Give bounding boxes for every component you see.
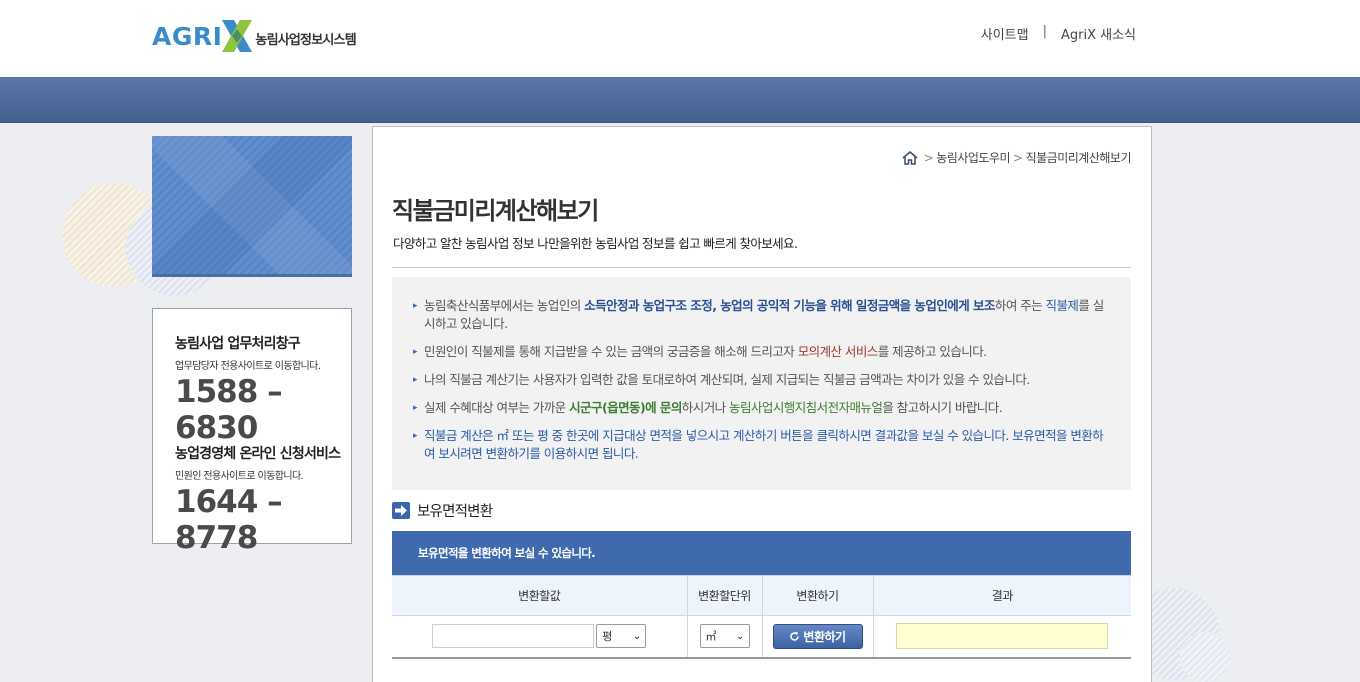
info-box: 농림축산식품부에서는 농업인의 소득안정과 농업구조 조정, 농업의 공익적 기…: [392, 277, 1131, 490]
sitemap-link[interactable]: 사이트맵: [981, 24, 1029, 43]
value-input[interactable]: [432, 624, 595, 649]
agrix-logo[interactable]: AGRI 농림사업정보시스템: [152, 17, 357, 55]
col-header-value: 변환할값: [392, 575, 688, 616]
unit-cell: ㎡ ⌄: [687, 615, 763, 659]
logo-x-mark: [220, 18, 254, 54]
info-item: 민원인이 직불제를 통해 지급받을 수 있는 금액의 궁금증을 해소해 드리고자…: [413, 343, 1107, 361]
source-unit-value: 평: [602, 630, 613, 644]
chevron-down-icon: ⌄: [736, 630, 745, 642]
info-highlight: 모의계산 서비스: [797, 344, 879, 359]
logo-subtitle: 농림사업정보시스템: [255, 32, 356, 48]
col-header-convert: 변환하기: [762, 575, 874, 616]
main-content: > 농림사업도우미 > 직불금미리계산해보기 직불금미리계산해보기 다양하고 알…: [372, 126, 1152, 682]
info-highlight: 시군구(읍면동)에 문의: [569, 400, 682, 415]
info-item: 실제 수혜대상 여부는 가까운 시군구(읍면동)에 문의하시거나 농림사업시행지…: [413, 399, 1107, 417]
page-description: 다양하고 알찬 농림사업 정보 나만을위한 농림사업 정보를 쉽고 빠르게 찾아…: [393, 236, 798, 251]
side-banner: [152, 136, 352, 277]
chevron-down-icon: ⌄: [632, 630, 642, 642]
target-unit-value: ㎡: [705, 630, 717, 644]
page-title: 직불금미리계산해보기: [392, 197, 599, 225]
info-item: 나의 직불금 계산기는 사용자가 입력한 값을 토대로하여 계산되며, 실제 지…: [413, 371, 1107, 389]
service-box: 농림사업 업무처리창구 업무담당자 전용사이트로 이동합니다. 1588 – 6…: [152, 308, 352, 556]
service-title: 농업경영체 온라인 신청서비스: [175, 446, 341, 462]
table-row: 평 ⌄ ㎡ ⌄ 변환하기: [392, 615, 1131, 659]
service-work-window[interactable]: 농림사업 업무처리창구 업무담당자 전용사이트로 이동합니다. 1588 – 6…: [175, 333, 351, 446]
breadcrumb-item-current: 직불금미리계산해보기: [1025, 151, 1132, 165]
col-header-result: 결과: [873, 575, 1131, 616]
home-icon[interactable]: [901, 150, 919, 166]
refresh-icon: [790, 631, 800, 641]
arrow-right-icon: [392, 502, 410, 519]
info-text: 를 제공하고 있습니다.: [877, 344, 987, 359]
manual-link[interactable]: 농림사업시행지침서전자매뉴얼: [729, 400, 883, 415]
info-text: 농림축산식품부에서는 농업인의: [424, 298, 585, 313]
convert-button[interactable]: 변환하기: [772, 623, 863, 649]
link-separator: |: [1042, 24, 1047, 39]
service-subtitle: 민원인 전용사이트로 이동합니다.: [175, 471, 304, 482]
table-header-row: 변환할값 변환할단위 변환하기 결과: [392, 575, 1131, 616]
converter-table: 변환할값 변환할단위 변환하기 결과 평 ⌄ ㎡ ⌄ 변환하기: [392, 575, 1131, 659]
result-field: [896, 623, 1109, 650]
service-title: 농림사업 업무처리창구: [175, 336, 301, 352]
info-text: 하여 주는: [994, 298, 1046, 313]
section-title: 보유면적변환: [417, 504, 493, 520]
source-unit-select[interactable]: 평 ⌄: [596, 624, 647, 649]
service-subtitle: 업무담당자 전용사이트로 이동합니다.: [175, 361, 321, 372]
convert-button-label: 변환하기: [803, 629, 846, 644]
info-text: 하시거나: [681, 400, 730, 415]
top-links: 사이트맵 | AgriX 새소식: [981, 24, 1136, 43]
divider: [392, 267, 1131, 268]
service-phone: 1644 – 8778: [175, 484, 283, 556]
main-nav-bar: [0, 77, 1360, 123]
top-header: AGRI 농림사업정보시스템 사이트맵 | AgriX 새소식: [0, 0, 1360, 77]
target-unit-select[interactable]: ㎡ ⌄: [699, 624, 750, 649]
logo-text: AGRI: [152, 21, 223, 51]
info-text: 민원인이 직불제를 통해 지급받을 수 있는 금액의 궁금증을 해소해 드리고자: [424, 344, 798, 359]
service-phone: 1588 – 6830: [175, 374, 283, 446]
section-heading: 보유면적변환: [392, 500, 493, 521]
value-cell: 평 ⌄: [392, 615, 688, 659]
decorative-circle: [1180, 632, 1230, 682]
info-highlight: 직불제: [1045, 298, 1079, 313]
breadcrumb-separator: >: [1013, 150, 1023, 165]
info-highlight: 소득안정과 농업구조 조정, 농업의 공익적 기능을 위해 일정금액을 농업인에…: [584, 298, 995, 313]
service-online-application[interactable]: 농업경영체 온라인 신청서비스 민원인 전용사이트로 이동합니다. 1644 –…: [175, 443, 351, 556]
breadcrumb: > 농림사업도우미 > 직불금미리계산해보기: [901, 149, 1132, 166]
breadcrumb-item-helper[interactable]: 농림사업도우미: [936, 149, 1010, 166]
agrix-news-link[interactable]: AgriX 새소식: [1061, 24, 1136, 43]
converter-band: 보유면적을 변환하여 보실 수 있습니다.: [392, 531, 1131, 575]
info-text: 을 참고하시기 바랍니다.: [882, 400, 1003, 415]
info-item: 농림축산식품부에서는 농업인의 소득안정과 농업구조 조정, 농업의 공익적 기…: [413, 297, 1107, 333]
result-cell: [873, 615, 1131, 659]
col-header-unit: 변환할단위: [687, 575, 763, 616]
info-item: 직불금 계산은 ㎡ 또는 평 중 한곳에 지급대상 면적을 넣으시고 계산하기 …: [413, 427, 1107, 463]
info-text: 실제 수혜대상 여부는 가까운: [424, 400, 570, 415]
breadcrumb-separator: >: [923, 150, 934, 165]
convert-cell: 변환하기: [762, 615, 874, 659]
info-text: 직불금 계산은 ㎡ 또는 평 중 한곳에 지급대상 면적을 넣으시고 계산하기 …: [424, 428, 1013, 443]
